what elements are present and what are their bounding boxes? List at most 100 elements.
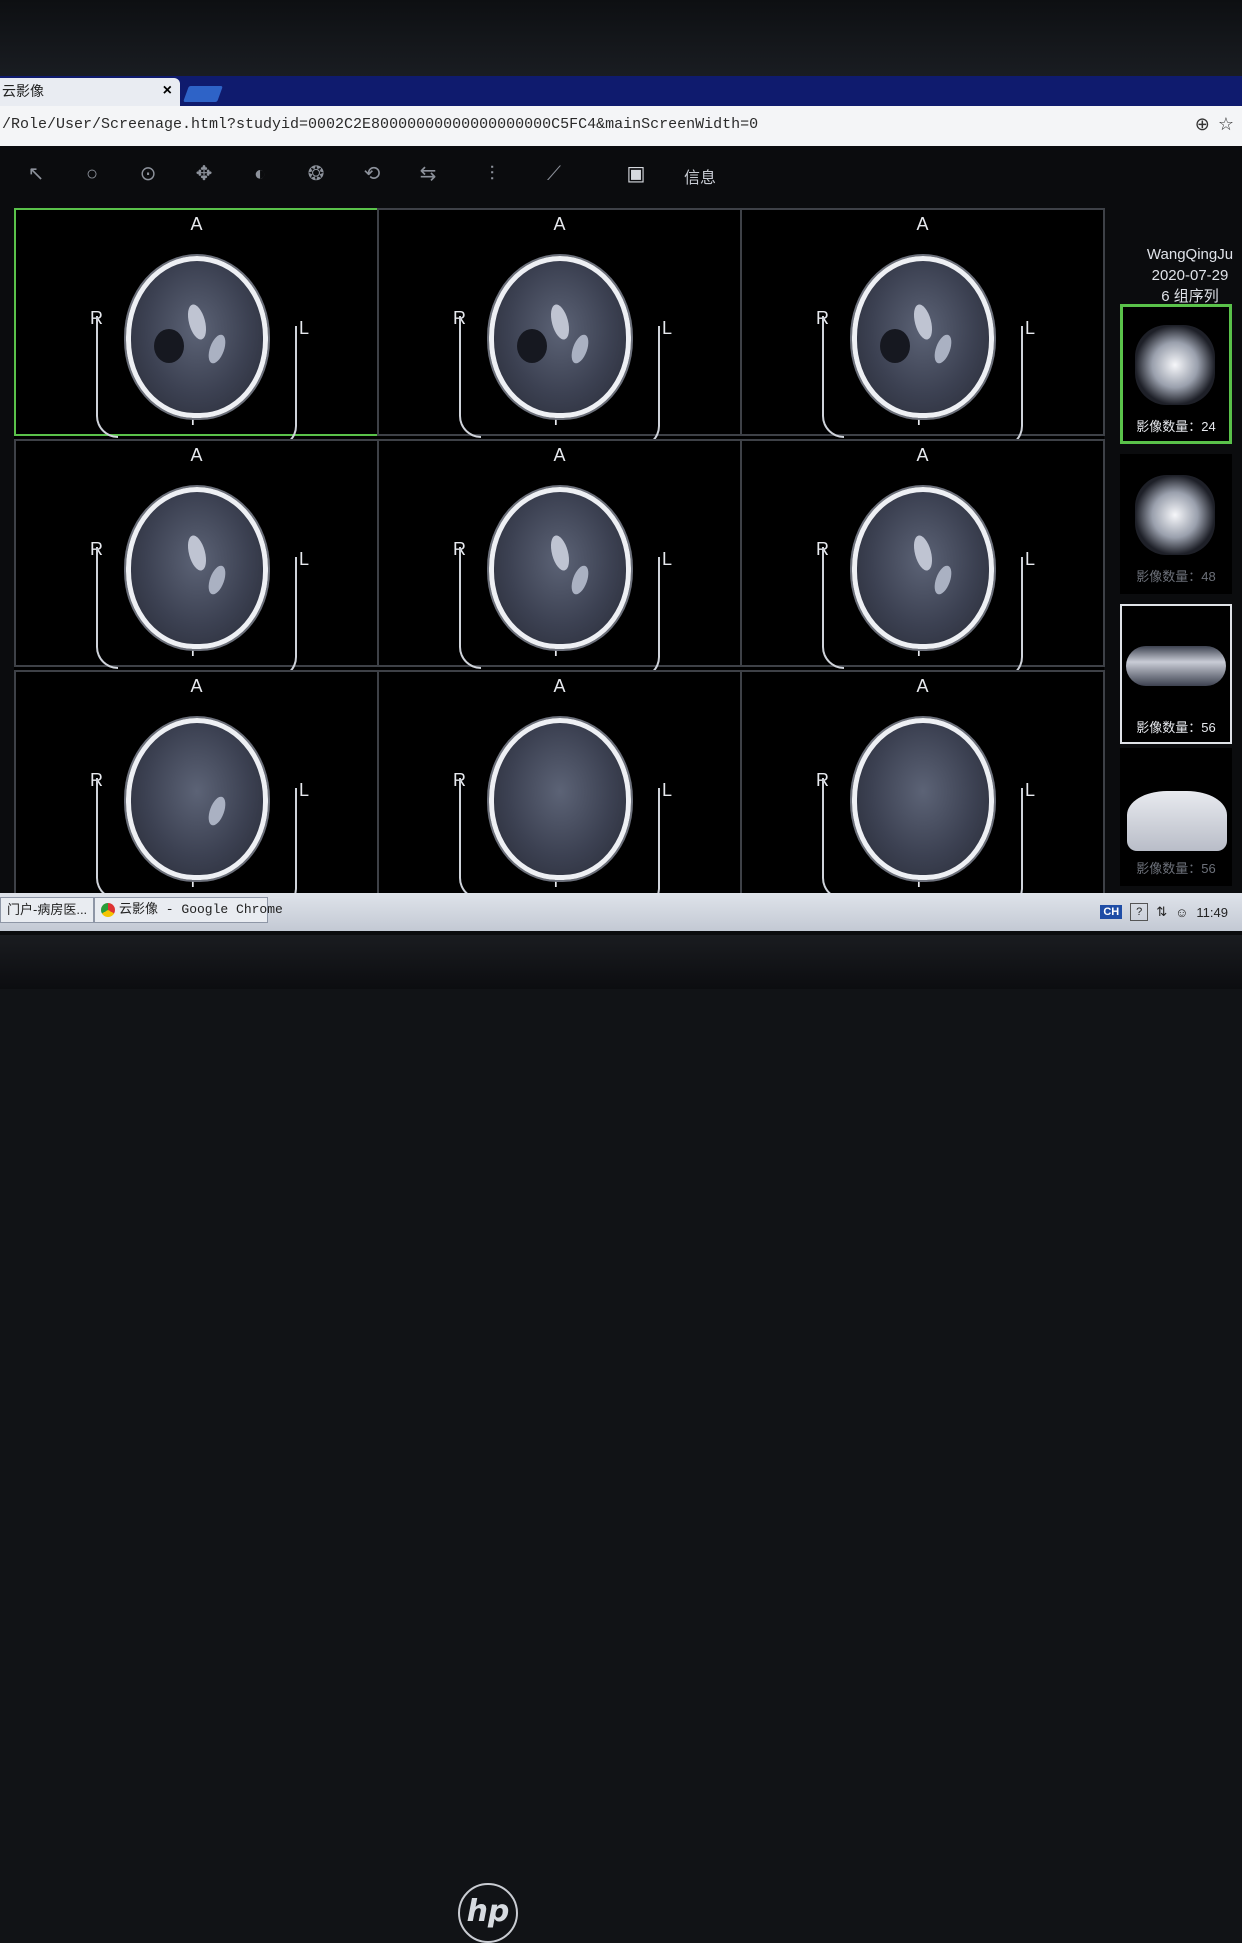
series-image-count: 影像数量：48: [1136, 569, 1216, 584]
orientation-anterior: A: [190, 214, 203, 234]
series-preview-image: [1126, 646, 1226, 686]
orientation-left: L: [661, 318, 672, 338]
orientation-anterior: A: [190, 445, 203, 465]
image-grid[interactable]: A R L P A R L P A R L P A R L P A R L P …: [14, 208, 1105, 910]
head-support-right: [638, 557, 660, 679]
monitor-bezel-bottom: hp: [0, 935, 1242, 1943]
zoom-icon[interactable]: ○: [78, 160, 106, 188]
taskbar-item-chrome[interactable]: 云影像 - Google Chrome: [94, 897, 283, 923]
head-support-right: [1001, 326, 1023, 448]
viewport-cell[interactable]: A R L P: [740, 439, 1105, 679]
measure-icon[interactable]: ⟋: [540, 160, 568, 188]
series-thumbnail[interactable]: 影像数量：56: [1120, 604, 1232, 744]
rotate-icon[interactable]: ⟲: [358, 160, 386, 188]
head-support-right: [1001, 557, 1023, 679]
orientation-left: L: [298, 318, 309, 338]
browser-tabbar: 云影像 ×: [0, 76, 1242, 106]
head-support-left: [459, 778, 481, 900]
info-button[interactable]: 信息: [684, 164, 716, 188]
head-support-left: [96, 316, 118, 438]
color-icon[interactable]: ❂: [302, 160, 330, 188]
network-icon[interactable]: ⇅: [1156, 904, 1167, 920]
viewport-cell[interactable]: A R L P: [14, 670, 379, 910]
save-icon[interactable]: ▣: [622, 160, 650, 188]
orientation-left: L: [298, 780, 309, 800]
flip-icon[interactable]: ⇆: [414, 160, 442, 188]
viewport-cell[interactable]: A R L P: [14, 439, 379, 679]
orientation-anterior: A: [190, 676, 203, 696]
browser-tab[interactable]: 云影像 ×: [0, 78, 180, 106]
help-icon[interactable]: ?: [1130, 903, 1149, 921]
orientation-anterior: A: [553, 214, 566, 234]
adjust-icon[interactable]: ⫶: [478, 160, 506, 188]
chat-icon[interactable]: ☺: [1175, 905, 1188, 920]
head-support-right: [638, 326, 660, 448]
series-thumbnail[interactable]: 影像数量：56: [1120, 748, 1232, 886]
series-image-count: 影像数量：24: [1136, 419, 1216, 434]
viewport-cell[interactable]: A R L P: [377, 208, 742, 448]
ct-slice-image: [488, 487, 631, 649]
window-level-icon[interactable]: ◐: [246, 160, 274, 188]
ct-slice-image: [851, 718, 994, 880]
head-support-left: [822, 547, 844, 669]
head-support-left: [822, 778, 844, 900]
taskbar-item-label: 云影像 - Google Chrome: [119, 902, 283, 917]
study-date: 2020-07-29: [1151, 267, 1229, 284]
head-support-right: [638, 788, 660, 910]
series-image-count: 影像数量：56: [1136, 861, 1216, 876]
tab-close-icon[interactable]: ×: [163, 78, 172, 104]
screen: 云影像 × /Role/User/Screenage.html?studyid=…: [0, 76, 1242, 936]
system-tray: CH ? ⇅ ☺ 11:49: [1100, 903, 1228, 921]
head-support-left: [96, 778, 118, 900]
taskbar-item[interactable]: 门户-病房医...: [0, 897, 94, 923]
series-preview-image: [1135, 325, 1215, 405]
pan-icon[interactable]: ✥: [190, 160, 218, 188]
pointer-icon[interactable]: ↖: [22, 160, 50, 188]
head-support-right: [1001, 788, 1023, 910]
ct-slice-image: [125, 256, 268, 418]
orientation-left: L: [298, 549, 309, 569]
orientation-left: L: [661, 780, 672, 800]
tab-title: 云影像: [2, 83, 44, 99]
orientation-anterior: A: [916, 214, 929, 234]
viewport-cell[interactable]: A R L P: [377, 439, 742, 679]
ct-slice-image: [488, 256, 631, 418]
windows-taskbar: 门户-病房医... 云影像 - Google Chrome CH ? ⇅ ☺ 1…: [0, 893, 1242, 931]
series-preview-image: [1135, 475, 1215, 555]
orientation-left: L: [1024, 549, 1035, 569]
ime-indicator[interactable]: CH: [1100, 905, 1123, 919]
url-text[interactable]: /Role/User/Screenage.html?studyid=0002C2…: [2, 116, 758, 133]
viewer-toolbar: ↖ ○ ⊙ ✥ ◐ ❂ ⟲ ⇆ ⫶ ⟋ ▣ 信息: [0, 146, 1242, 200]
zoom-icon[interactable]: ⊕: [1195, 114, 1210, 135]
patient-name: WangQingJu: [1146, 246, 1234, 263]
address-bar[interactable]: /Role/User/Screenage.html?studyid=0002C2…: [0, 106, 1242, 147]
head-support-left: [459, 547, 481, 669]
series-image-count: 影像数量：56: [1136, 720, 1216, 735]
chrome-icon: [101, 902, 115, 917]
orientation-anterior: A: [553, 676, 566, 696]
orientation-left: L: [1024, 318, 1035, 338]
viewport-cell[interactable]: A R L P: [377, 670, 742, 910]
orientation-anterior: A: [916, 445, 929, 465]
magnify-icon[interactable]: ⊙: [134, 160, 162, 188]
head-support-left: [822, 316, 844, 438]
head-support-left: [459, 316, 481, 438]
series-thumbnail[interactable]: 影像数量：48: [1120, 454, 1232, 594]
viewport-cell[interactable]: A R L P: [740, 208, 1105, 448]
series-preview-image: [1127, 791, 1227, 851]
ct-slice-image: [851, 256, 994, 418]
head-support-right: [275, 557, 297, 679]
study-info: WangQingJu 2020-07-29 6 组序列: [1140, 244, 1240, 307]
viewport-cell[interactable]: A R L P: [14, 208, 379, 448]
series-thumbnail[interactable]: 影像数量：24: [1120, 304, 1232, 444]
ct-slice-image: [125, 487, 268, 649]
viewport-cell[interactable]: A R L P: [740, 670, 1105, 910]
orientation-anterior: A: [553, 445, 566, 465]
bookmark-star-icon[interactable]: ☆: [1218, 114, 1234, 135]
head-support-right: [275, 326, 297, 448]
ct-slice-image: [125, 718, 268, 880]
ct-slice-image: [851, 487, 994, 649]
clock[interactable]: 11:49: [1196, 905, 1228, 920]
ct-slice-image: [488, 718, 631, 880]
new-tab-button[interactable]: [183, 86, 223, 102]
